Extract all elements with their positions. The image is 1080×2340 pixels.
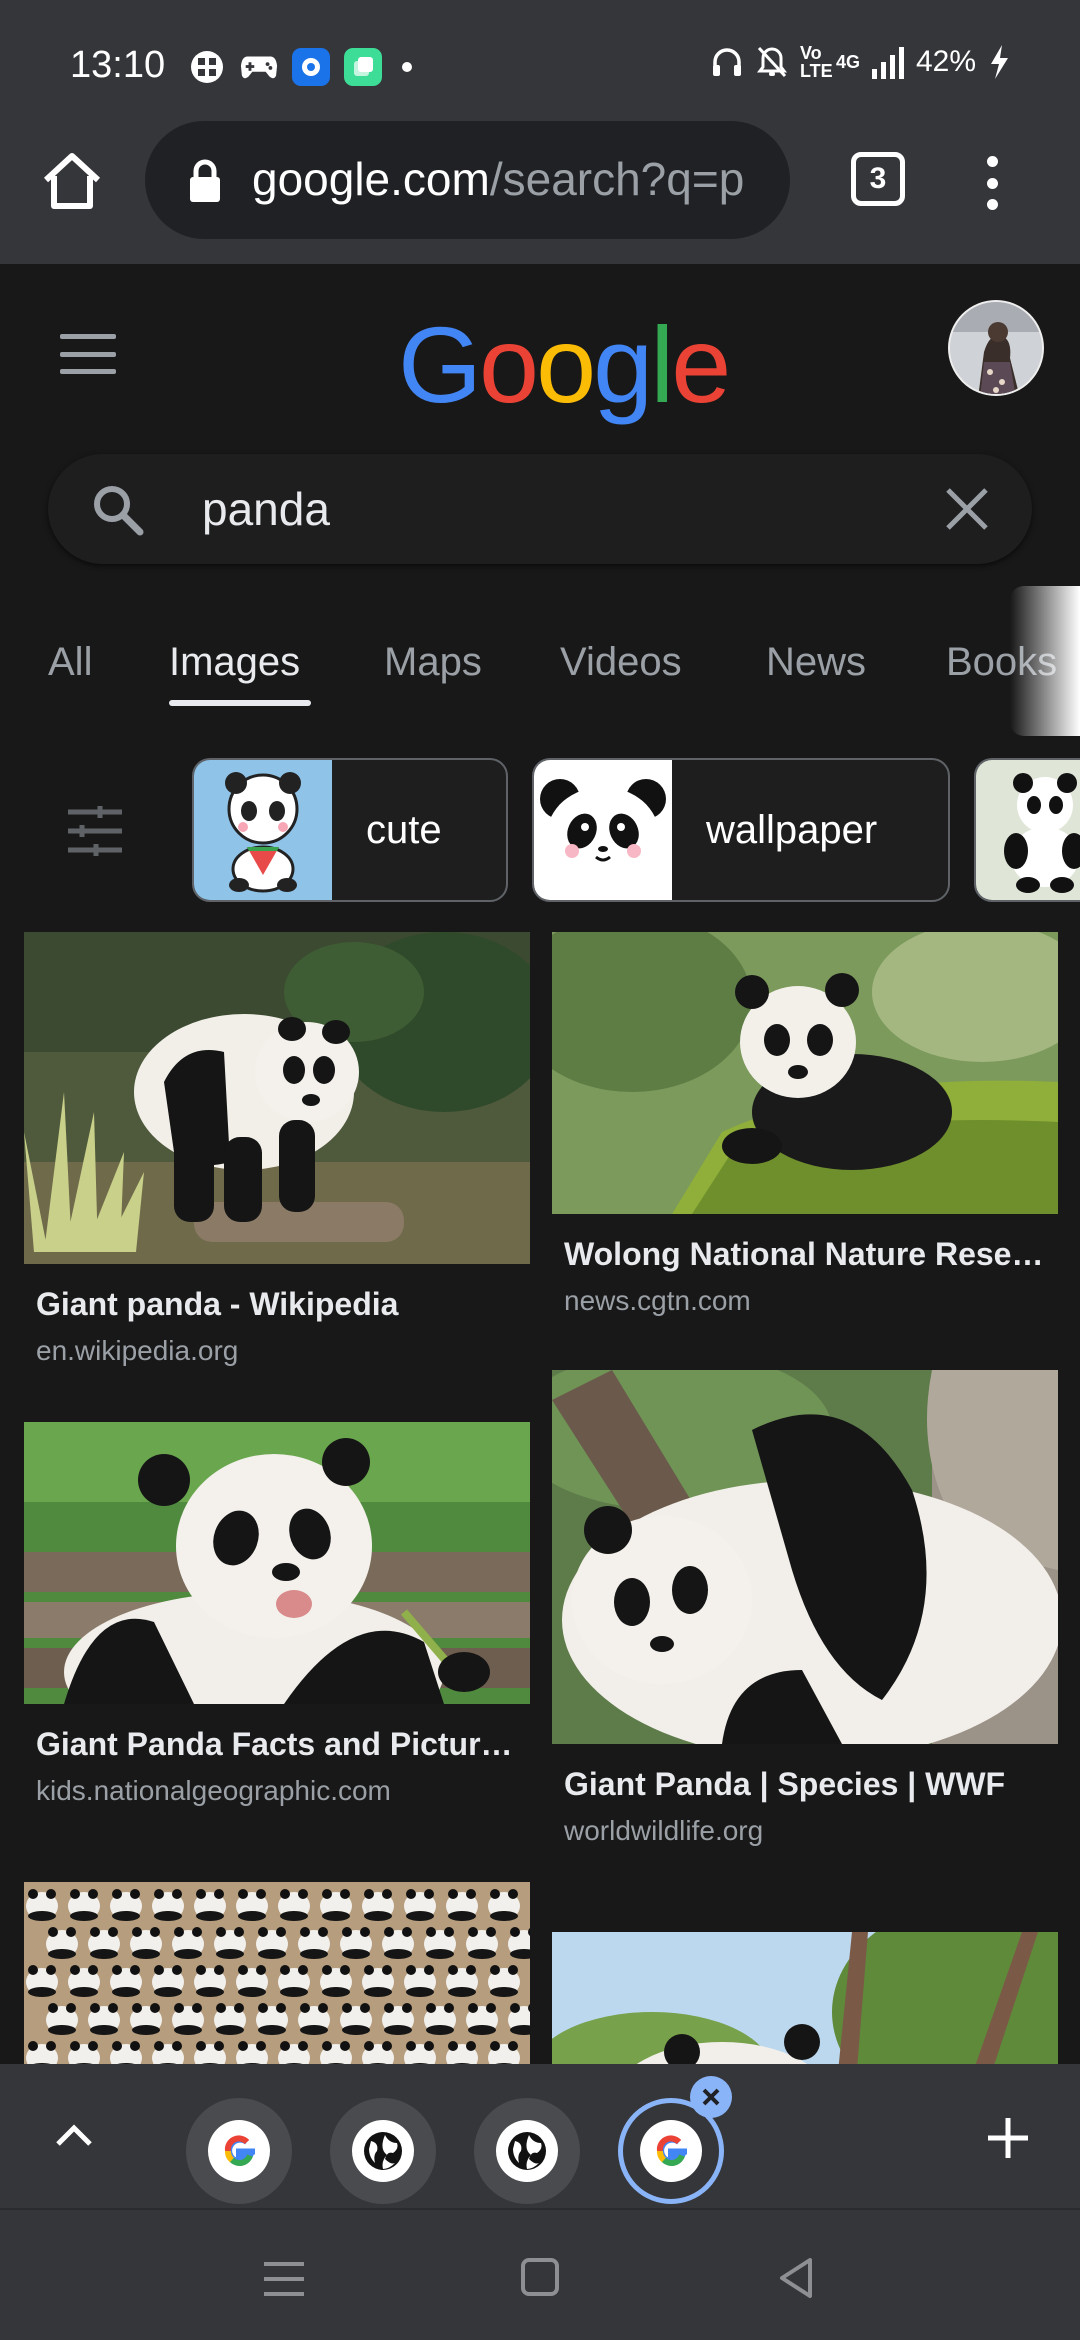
tab-switcher-button[interactable]: 3 <box>851 152 905 206</box>
chip-cute[interactable]: cute <box>192 758 508 902</box>
network-type: 4G <box>835 52 860 72</box>
image-result[interactable] <box>552 1932 1058 2064</box>
suggestion-chips: cute wallpaper <box>0 758 1080 906</box>
result-title[interactable]: Wolong National Nature Rese… <box>564 1236 1058 1273</box>
tab-videos[interactable]: Videos <box>560 640 682 685</box>
result-image[interactable] <box>552 932 1058 1214</box>
tab-strip <box>0 2064 1080 2208</box>
charging-icon <box>991 45 1008 79</box>
image-result[interactable]: Giant Panda | Species | WWF worldwildlif… <box>552 1370 1058 1847</box>
chip-more[interactable] <box>974 758 1080 902</box>
result-source[interactable]: kids.nationalgeographic.com <box>36 1775 530 1807</box>
tabs-scroll-fade <box>1010 586 1080 736</box>
search-query[interactable]: panda <box>202 482 330 536</box>
result-title[interactable]: Giant Panda Facts and Pictur… <box>36 1726 530 1763</box>
chevron-up-icon[interactable] <box>52 2114 96 2158</box>
url-host: google.com <box>252 153 490 205</box>
chip-wallpaper[interactable]: wallpaper <box>532 758 950 902</box>
strip-tab-globe[interactable] <box>330 2098 436 2204</box>
headphones-icon <box>712 48 741 76</box>
account-avatar[interactable] <box>948 300 1044 396</box>
strip-tab-google[interactable] <box>186 2098 292 2204</box>
result-source[interactable]: en.wikipedia.org <box>36 1335 530 1367</box>
chip-label: cute <box>366 807 442 852</box>
result-image[interactable] <box>552 1932 1058 2064</box>
home-nav-icon[interactable] <box>521 2258 559 2296</box>
chip-label: wallpaper <box>706 807 878 852</box>
globe-icon <box>496 2120 558 2182</box>
gallery-app-icon <box>344 48 382 86</box>
more-notifications-dot <box>402 62 412 72</box>
image-result[interactable]: Wolong National Nature Rese… news.cgtn.c… <box>552 932 1058 1317</box>
image-result[interactable]: Giant Panda Facts and Pictur… kids.natio… <box>24 1422 530 1807</box>
image-result[interactable]: Giant panda - Wikipedia en.wikipedia.org <box>24 932 530 1367</box>
url-text[interactable]: google.com/search?q=p <box>252 152 744 206</box>
globe-icon <box>352 2120 414 2182</box>
google-favicon-icon <box>640 2120 702 2182</box>
tab-maps[interactable]: Maps <box>384 640 482 685</box>
logo-letter: G <box>398 304 482 425</box>
mute-bell-icon <box>756 46 787 78</box>
google-logo[interactable]: Google <box>398 302 731 427</box>
result-title[interactable]: Giant panda - Wikipedia <box>36 1286 530 1323</box>
overflow-menu-icon[interactable] <box>982 156 1002 210</box>
status-time: 13:10 <box>70 44 166 86</box>
result-image[interactable] <box>24 1882 530 2064</box>
web-page: Google panda All Images Maps Videos News… <box>0 264 1080 2064</box>
result-source[interactable]: worldwildlife.org <box>564 1815 1058 1847</box>
active-tab-indicator <box>169 700 311 706</box>
camera-app-icon <box>292 48 330 86</box>
panda-toy-thumbnail <box>976 760 1080 900</box>
signal-icon <box>871 45 904 79</box>
search-icon[interactable] <box>90 482 146 538</box>
system-nav-bar <box>0 2208 1080 2340</box>
google-favicon-icon <box>208 2120 270 2182</box>
strip-tab-globe[interactable] <box>474 2098 580 2204</box>
battery-percent: 42% <box>915 45 976 78</box>
gamepad-icon <box>240 48 278 86</box>
lock-icon[interactable] <box>188 158 222 204</box>
status-bar: 13:10 Vo LTE 4G 42% <box>0 0 1080 130</box>
cute-panda-thumbnail <box>194 760 332 900</box>
search-box[interactable]: panda <box>48 454 1032 564</box>
back-icon[interactable] <box>776 2256 816 2300</box>
result-image[interactable] <box>552 1370 1058 1744</box>
result-image[interactable] <box>24 1422 530 1704</box>
result-image[interactable] <box>24 932 530 1264</box>
close-tab-icon[interactable] <box>690 2076 732 2118</box>
search-tabs: All Images Maps Videos News Books <box>0 614 1080 724</box>
logo-letter: o <box>479 304 539 425</box>
logo-letter: o <box>536 304 596 425</box>
result-source[interactable]: news.cgtn.com <box>564 1285 1058 1317</box>
wallpaper-panda-thumbnail <box>534 760 672 900</box>
image-result[interactable] <box>24 1882 530 2064</box>
logo-letter: l <box>650 304 674 425</box>
result-title[interactable]: Giant Panda | Species | WWF <box>564 1766 1058 1803</box>
home-icon[interactable] <box>36 146 108 218</box>
tab-all[interactable]: All <box>48 640 92 685</box>
clear-icon[interactable] <box>942 484 992 534</box>
logo-letter: e <box>671 304 731 425</box>
tab-news[interactable]: News <box>766 640 866 685</box>
recents-icon[interactable] <box>264 2262 304 2296</box>
notification-icons <box>188 48 412 86</box>
url-path: /search?q=p <box>489 153 745 205</box>
system-indicators: Vo LTE 4G 42% <box>710 44 1010 80</box>
tab-images[interactable]: Images <box>169 640 300 685</box>
app-grid-icon <box>188 48 226 86</box>
filter-tune-icon[interactable] <box>66 804 124 858</box>
hamburger-menu-icon[interactable] <box>60 334 116 374</box>
new-tab-plus-icon[interactable] <box>984 2114 1032 2162</box>
logo-letter: g <box>593 304 653 425</box>
volte-indicator: Vo LTE <box>799 43 833 81</box>
